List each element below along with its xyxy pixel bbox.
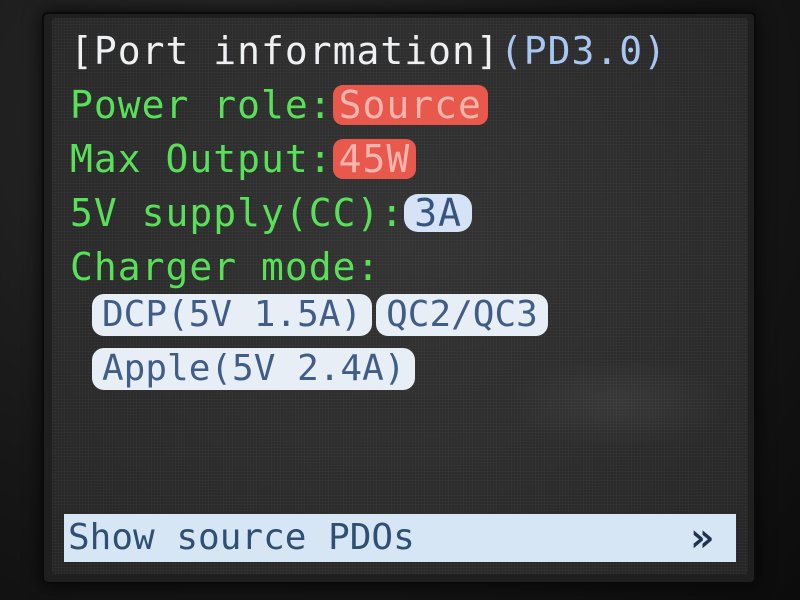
charger-mode-label: Charger mode: xyxy=(70,245,381,289)
supply-5v-row: 5V supply(CC): 3A xyxy=(70,190,473,236)
charger-mode-row: Charger mode: xyxy=(70,244,380,290)
max-output-value: 45W xyxy=(332,139,417,179)
lcd-screen: [Port information](PD3.0) Power role: Sou… xyxy=(52,18,748,574)
charger-mode-list-row-2: Apple(5V 2.4A) xyxy=(92,348,416,390)
supply-5v-value: 3A xyxy=(404,194,473,232)
max-output-row: Max Output: 45W xyxy=(70,136,417,182)
header-line: [Port information](PD3.0) xyxy=(70,28,667,74)
page-title: [Port information] xyxy=(70,29,500,73)
power-role-row: Power role: Source xyxy=(70,82,488,128)
screen-glare xyxy=(504,358,734,448)
charger-mode-dcp: DCP(5V 1.5A) xyxy=(92,294,373,336)
charger-mode-list-row-1: DCP(5V 1.5A) QC2/QC3 xyxy=(92,294,548,336)
supply-5v-label: 5V supply(CC): xyxy=(70,191,405,235)
power-role-value: Source xyxy=(332,85,488,125)
charger-mode-qc: QC2/QC3 xyxy=(376,294,548,336)
double-chevron-right-icon: » xyxy=(689,515,714,561)
show-source-pdos-label: Show source PDOs xyxy=(68,517,415,558)
protocol-label: (PD3.0) xyxy=(499,29,667,73)
show-source-pdos-button[interactable]: Show source PDOs » xyxy=(64,514,736,562)
charger-mode-apple: Apple(5V 2.4A) xyxy=(92,348,416,390)
power-role-label: Power role: xyxy=(70,83,333,127)
max-output-label: Max Output: xyxy=(70,137,333,181)
